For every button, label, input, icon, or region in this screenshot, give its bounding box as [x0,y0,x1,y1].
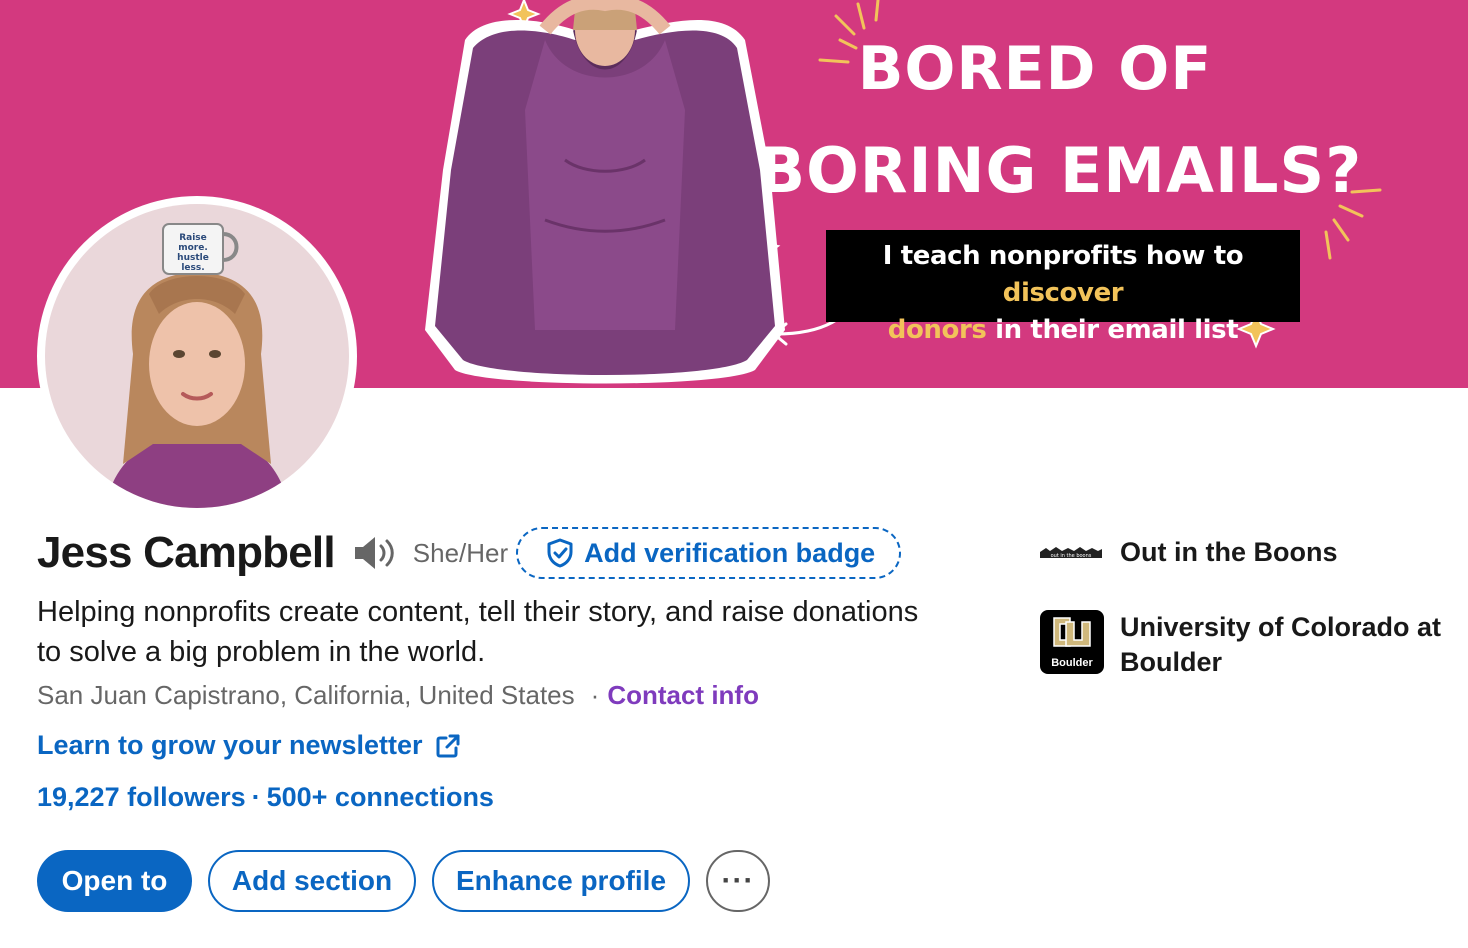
followers-link[interactable]: 19,227 followers [37,782,246,812]
university-logo: Boulder [1040,610,1104,674]
speaker-icon[interactable] [353,535,397,571]
enhance-profile-button[interactable]: Enhance profile [432,850,690,912]
banner-caption: I teach nonprofits how to discover donor… [826,230,1300,345]
connections-link[interactable]: 500+ connections [267,782,494,812]
separator: · [590,680,600,710]
separator: · [251,782,261,812]
banner-caption-highlight: discover [1002,278,1124,308]
verification-label: Add verification badge [584,537,876,568]
svg-text:out in the boons: out in the boons [1051,553,1092,559]
school-name: University of Colorado at Boulder [1120,612,1442,677]
add-verification-badge-button[interactable]: Add verification badge [516,527,902,579]
banner-caption-text: I teach nonprofits how to [882,241,1244,271]
shield-check-icon [547,538,573,568]
profile-name: Jess Campbell [37,528,336,577]
banner-caption-text: in their email list [986,315,1239,345]
newsletter-label: Learn to grow your newsletter [37,730,423,760]
profile-name-row: Jess Campbell She/Her Add verification b… [37,522,902,584]
company-name: Out in the Boons [1120,537,1338,567]
profile-location: San Juan Capistrano, California, United … [37,680,575,710]
svg-text:less.: less. [181,263,204,273]
location-row: San Juan Capistrano, California, United … [37,680,759,711]
banner-person-image [425,0,785,384]
add-section-button[interactable]: Add section [208,850,416,912]
profile-headline: Helping nonprofits create content, tell … [37,596,919,668]
banner-caption-highlight: donors [887,315,987,345]
open-to-button[interactable]: Open to [37,850,192,912]
more-actions-button[interactable]: ··· [706,850,770,912]
stats-row: 19,227 followers · 500+ connections [37,782,494,813]
profile-avatar[interactable]: Raise more. hustle less. [37,196,357,516]
avatar-photo: Raise more. hustle less. [45,204,349,508]
banner-headline-line2: BORING EMAILS? [757,134,1363,207]
external-link-icon [436,734,460,757]
newsletter-link[interactable]: Learn to grow your newsletter [37,730,461,761]
svg-text:hustle: hustle [177,253,209,263]
university-logo-text: Boulder [1051,657,1093,669]
education-school[interactable]: Boulder University of Colorado at Boulde… [1040,610,1468,680]
current-company[interactable]: out in the boons Out in the Boons [1040,535,1468,571]
svg-text:more.: more. [178,243,208,253]
pronouns: She/Her [412,537,509,568]
company-logo: out in the boons [1040,535,1104,571]
contact-info-link[interactable]: Contact info [607,680,759,710]
banner-headline-line1: BORED OF [857,34,1213,104]
svg-text:Raise: Raise [179,233,207,243]
